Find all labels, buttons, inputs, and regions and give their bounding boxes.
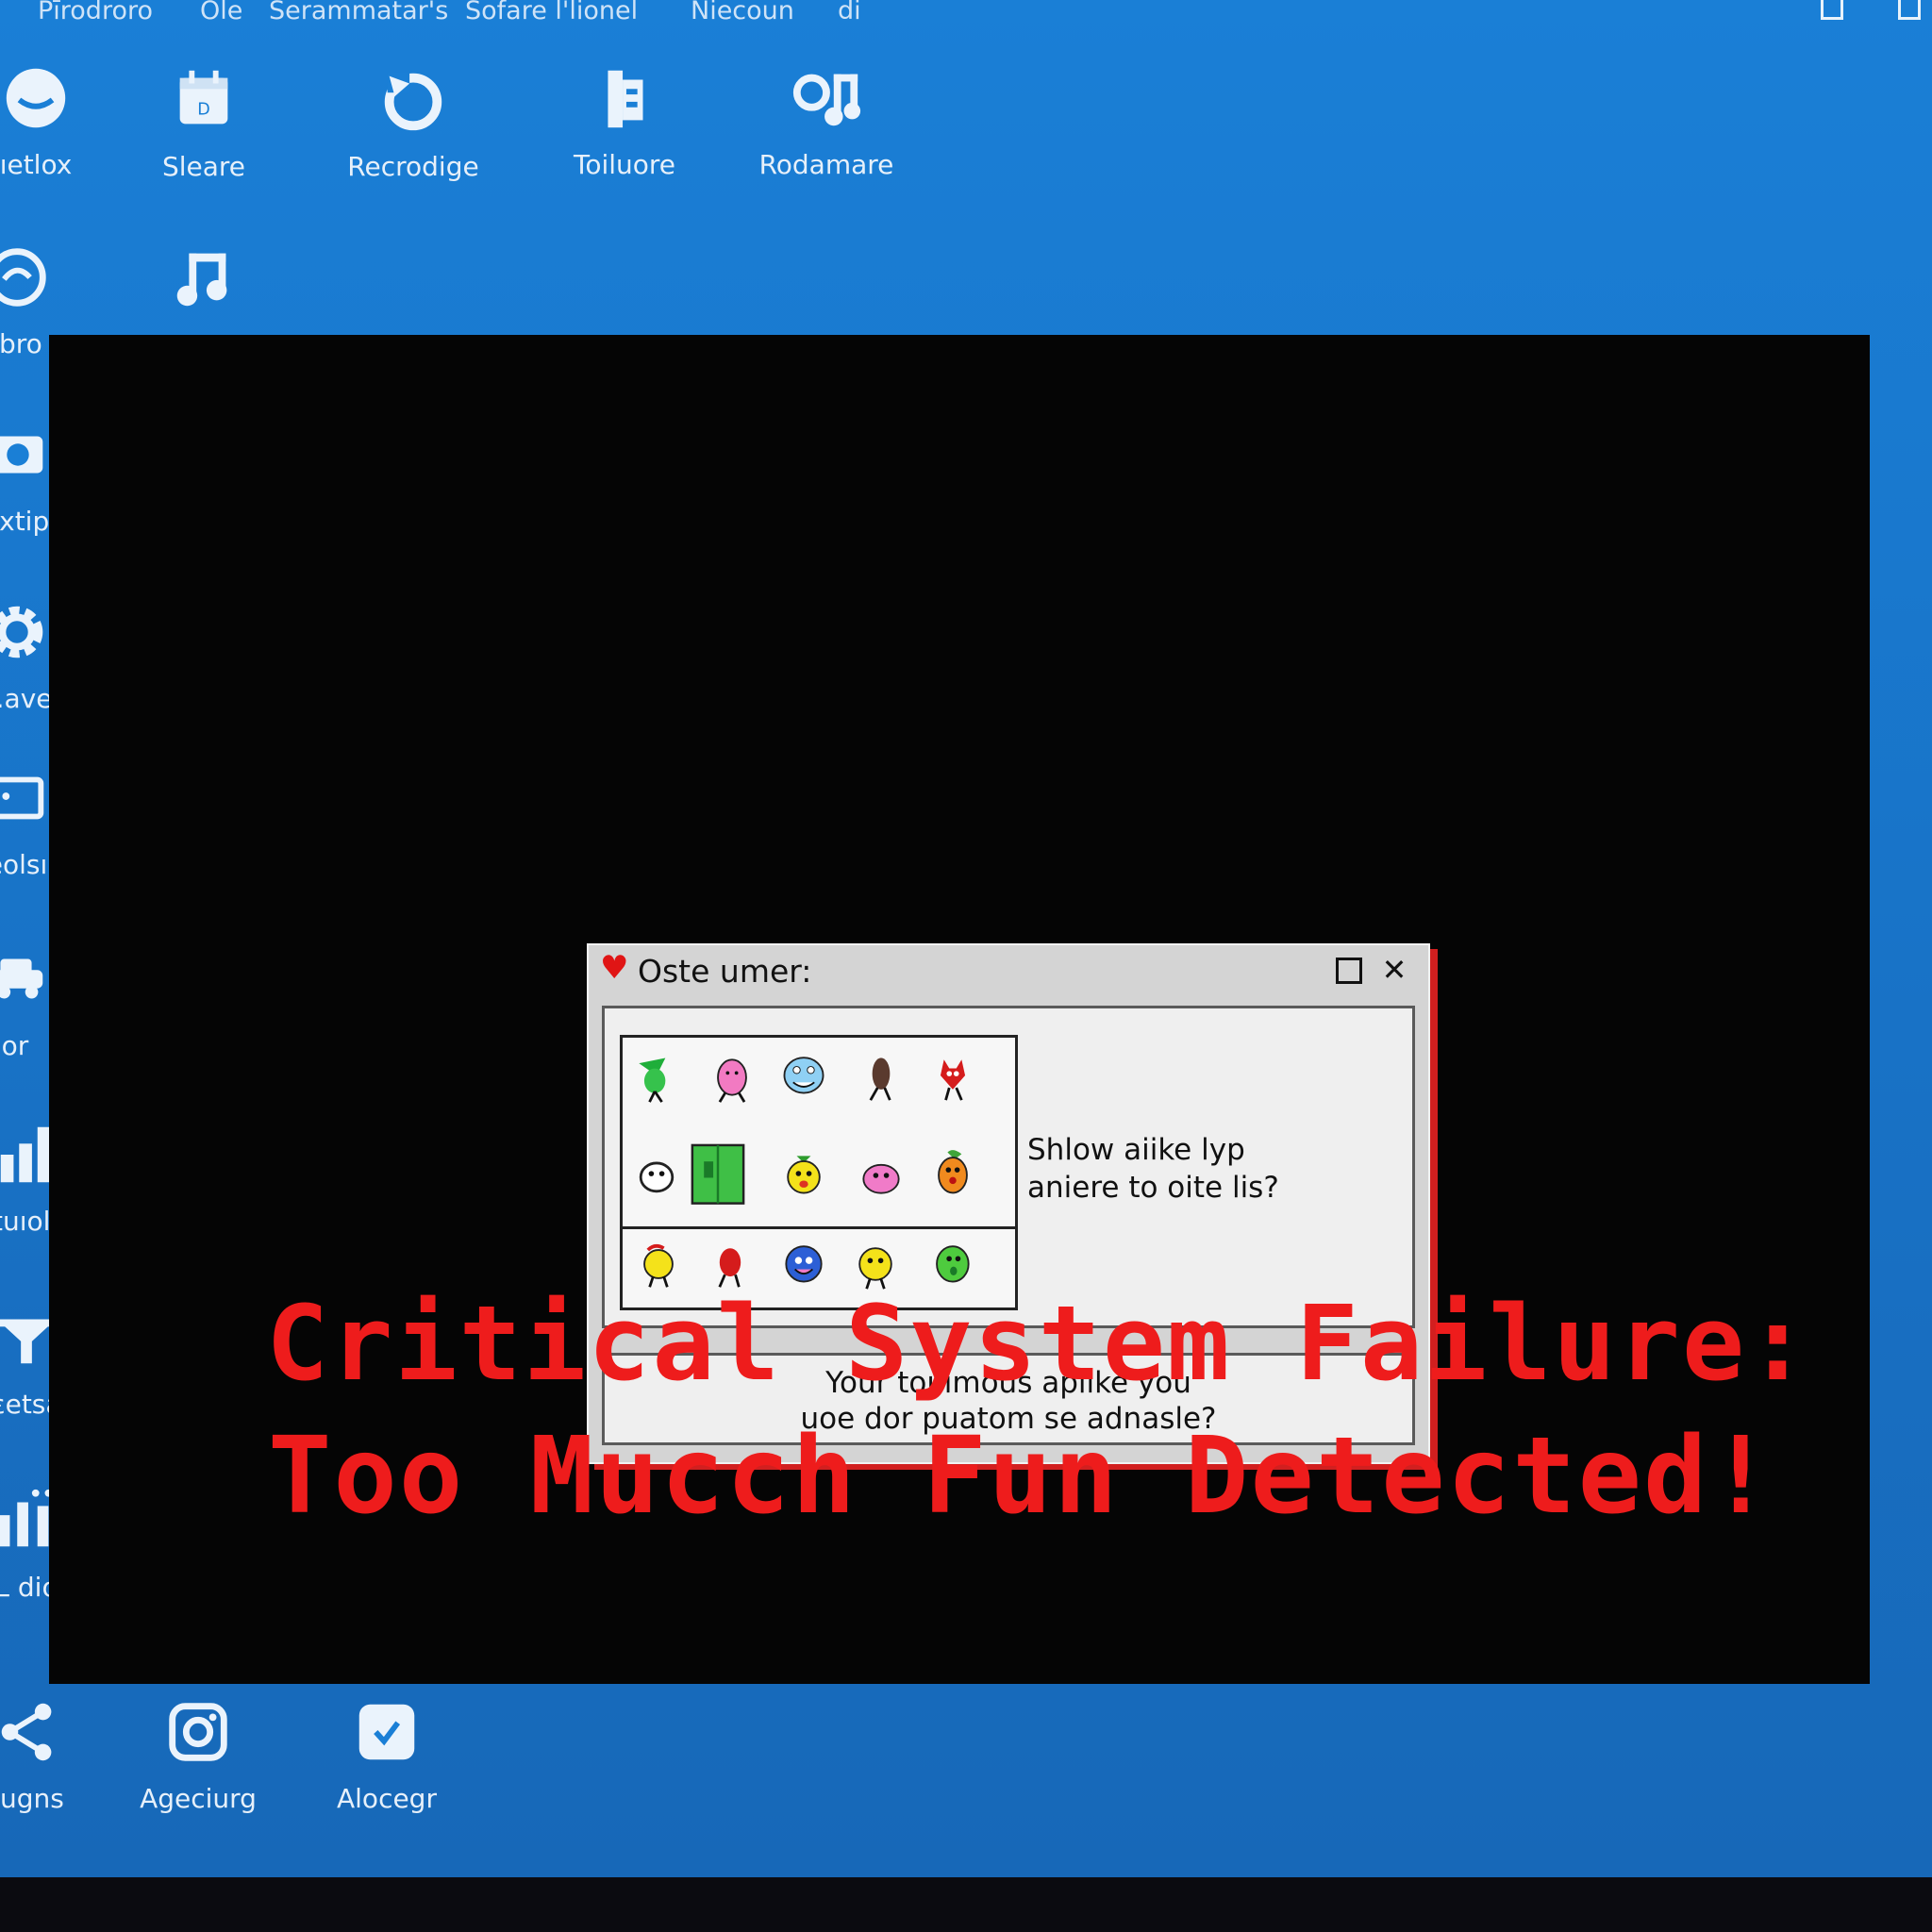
desktop-icon-label: Toiluore [573, 149, 676, 180]
error-message-line: Too Mucch Fun Detected! [268, 1415, 1774, 1538]
calendar-icon: D [109, 57, 298, 143]
close-icon[interactable]: ✕ [1377, 953, 1411, 987]
green-box-creature-icon [691, 1143, 745, 1205]
refresh-icon [319, 57, 508, 143]
white-creature-icon [639, 1161, 675, 1193]
heart-icon: ♥ [600, 949, 629, 987]
desktop-icon[interactable]: D Sleare [109, 57, 298, 182]
error-message-line: Critical System Failure: [266, 1283, 1811, 1404]
maximize-window-icon[interactable] [1898, 0, 1921, 20]
menu-item[interactable]: Sofare l'lionel [465, 0, 638, 25]
svg-text:D: D [197, 101, 210, 120]
desktop-icon[interactable] [109, 234, 298, 328]
menu-item[interactable]: Ole [200, 0, 242, 25]
desktop-icon[interactable]: Alocegr [292, 1689, 481, 1814]
menu-item[interactable]: Niecoun [691, 0, 794, 25]
blue-round-creature-icon [785, 1245, 823, 1283]
green-creature-icon [639, 1058, 666, 1103]
dialog-body: Shlow aiike lyp aniere to oite lis? [602, 1006, 1415, 1328]
desktop-icon-label: Recrodige [347, 151, 479, 182]
desktop-icon-label: Sleare [161, 151, 246, 182]
desktop-icon[interactable]: Rodamare [732, 55, 921, 180]
desktop: Pīrodroro Ole Serammatar's Sofare l'lion… [0, 0, 1932, 1877]
globe-icon [0, 234, 111, 321]
orange-creature-icon [938, 1150, 968, 1194]
red-devil-creature-icon [940, 1059, 966, 1101]
green-blob-creature-icon [936, 1245, 970, 1283]
desktop-icon[interactable]: Recrodige [319, 57, 508, 182]
dialog-question-line: aniere to oite lis? [1027, 1171, 1279, 1205]
restore-window-icon[interactable] [1821, 0, 1843, 20]
desktop-icon-label: Alocegr [337, 1783, 437, 1814]
dialog-title-bar[interactable]: ♥ Oste umer: ✕ [589, 945, 1428, 992]
menu-bar: Pīrodroro Ole Serammatar's Sofare l'lion… [0, 0, 1932, 26]
dialog-title: Oste umer: [638, 953, 812, 990]
instagram-icon [104, 1689, 292, 1775]
desktop-icon[interactable]: Toiluore [530, 55, 719, 180]
brown-creature-icon [869, 1058, 891, 1101]
desktop-icon-label: Ageciurg [140, 1783, 257, 1814]
menu-item[interactable]: Serammatar's [269, 0, 448, 25]
character-grid-image [620, 1035, 1018, 1310]
music-note-icon [109, 234, 298, 321]
desktop-icon-label: Rodamare [758, 149, 894, 180]
pink-blob-creature-icon [862, 1163, 900, 1194]
dialog-question-line: Shlow aiike lyp [1027, 1133, 1245, 1167]
music-search-icon [732, 55, 921, 142]
blue-creature-icon [783, 1057, 824, 1094]
maximize-icon[interactable] [1332, 953, 1366, 987]
error-screen: ♥ Oste umer: ✕ Shlow aiike lyp aniere to… [49, 335, 1870, 1684]
checkbox-icon [292, 1689, 481, 1775]
tools-icon [530, 55, 719, 142]
menu-item[interactable]: Pīrodroro [38, 0, 153, 25]
screen-bezel [0, 1877, 1932, 1932]
dialog-question: Shlow aiike lyp aniere to oite lis? [1027, 1131, 1395, 1207]
pink-creature-icon [717, 1058, 747, 1103]
yellow-creature-icon [787, 1156, 821, 1194]
menu-item[interactable]: di [838, 0, 861, 25]
desktop-icon[interactable]: Ageciurg [104, 1689, 292, 1814]
